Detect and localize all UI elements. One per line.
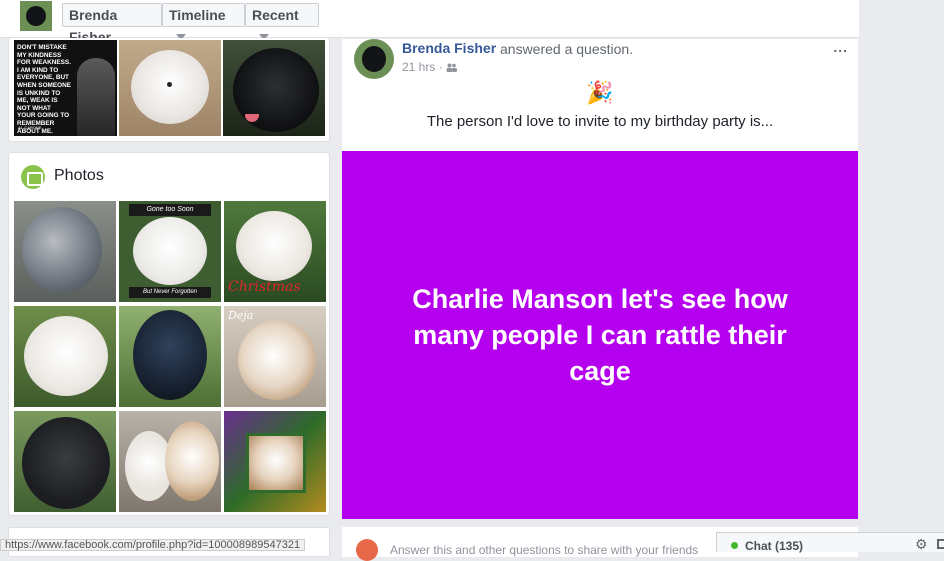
- photo-thumbnail[interactable]: Christmas: [224, 201, 326, 302]
- recent-dropdown[interactable]: Recent: [245, 3, 319, 40]
- chat-bar[interactable]: Chat (135) ⚙: [716, 532, 944, 553]
- gear-icon[interactable]: ⚙: [915, 536, 928, 553]
- compose-icon[interactable]: [937, 539, 944, 549]
- photo-caption: Gone too Soon: [129, 204, 211, 216]
- post-options-button[interactable]: ...: [833, 39, 848, 55]
- meme-photo[interactable]: DON'T MISTAKE MY KINDNESS FOR WEAKNESS. …: [14, 40, 117, 136]
- party-popper-icon: 🎉: [586, 80, 614, 105]
- photo-thumbnail[interactable]: [119, 411, 221, 512]
- online-status-dot: [731, 542, 738, 549]
- post-action-text: answered a question.: [500, 41, 634, 57]
- photos-icon: [21, 165, 45, 189]
- status-bar-url: https://www.facebook.com/profile.php?id=…: [0, 539, 306, 551]
- answer-text: Charlie Manson let's see how many people…: [412, 284, 788, 386]
- white-pomeranian-photo[interactable]: [119, 40, 221, 136]
- photo-thumbnail[interactable]: Deja: [224, 306, 326, 407]
- question-text: The person I'd love to invite to my birt…: [426, 113, 774, 130]
- meme-attribution: AL CAPONE: [18, 125, 42, 131]
- post-timestamp[interactable]: 21 hrs ·: [402, 60, 443, 74]
- question-icon: [356, 539, 378, 561]
- answer-prompt-text[interactable]: Answer this and other questions to share…: [390, 543, 698, 557]
- photo-thumbnail[interactable]: [119, 306, 221, 407]
- photos-title[interactable]: Photos: [54, 167, 104, 185]
- profile-avatar[interactable]: [20, 1, 52, 31]
- photo-thumbnail[interactable]: Gone too Soon But Never Forgotten: [119, 201, 221, 302]
- photo-thumbnail[interactable]: [224, 411, 326, 512]
- featured-photos-card: DON'T MISTAKE MY KINDNESS FOR WEAKNESS. …: [8, 38, 330, 142]
- meme-text: DON'T MISTAKE MY KINDNESS FOR WEAKNESS. …: [17, 44, 71, 135]
- timeline-label: Timeline: [169, 7, 226, 23]
- photo-thumbnail[interactable]: [14, 201, 116, 302]
- post-author-name[interactable]: Brenda Fisher: [402, 40, 496, 56]
- timeline-header-bar: Brenda Fisher Timeline Recent: [0, 0, 859, 45]
- photos-card: Photos Gone too Soon But Never Forgotten…: [8, 152, 330, 516]
- photo-caption: Christmas: [228, 279, 301, 295]
- timeline-dropdown[interactable]: Timeline: [162, 3, 245, 40]
- photo-caption: Deja: [228, 309, 254, 322]
- answer-card[interactable]: Charlie Manson let's see how many people…: [342, 151, 858, 519]
- black-pomeranian-photo[interactable]: [223, 40, 325, 136]
- post-author-avatar[interactable]: [354, 39, 394, 79]
- chat-label: Chat (135): [745, 539, 804, 553]
- recent-label: Recent: [252, 7, 299, 23]
- friends-audience-icon[interactable]: [446, 63, 457, 72]
- photo-thumbnail[interactable]: [14, 306, 116, 407]
- photo-caption: But Never Forgotten: [129, 287, 211, 298]
- profile-name-button[interactable]: Brenda Fisher: [62, 3, 162, 45]
- photo-thumbnail[interactable]: [14, 411, 116, 512]
- question-answer-post: Brenda Fisher answered a question. 21 hr…: [342, 39, 858, 519]
